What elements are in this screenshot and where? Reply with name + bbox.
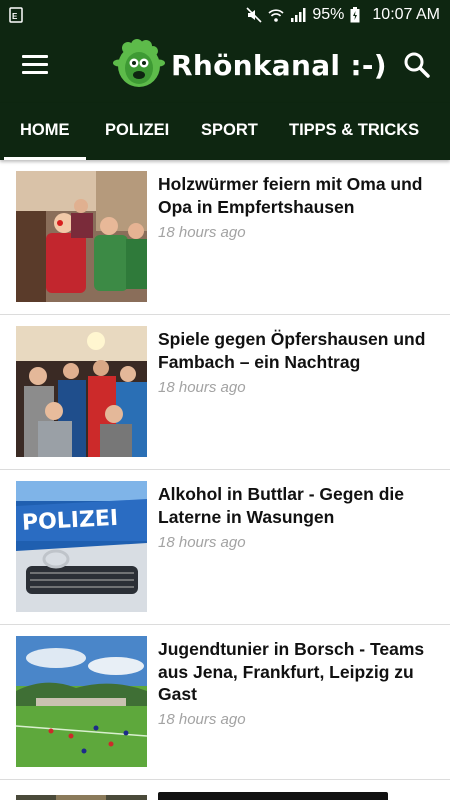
article-item[interactable]: Jugendtunier in Borsch - Teams aus Jena,… bbox=[0, 625, 450, 780]
article-thumbnail bbox=[16, 791, 147, 800]
article-time: 18 hours ago bbox=[158, 224, 246, 241]
article-item[interactable]: Spiele gegen Öpfershausen und Fambach – … bbox=[0, 315, 450, 470]
battery-icon bbox=[350, 7, 366, 23]
tab-sport[interactable]: SPORT bbox=[201, 103, 258, 160]
app-title: Rhönkanal :-) bbox=[171, 48, 387, 82]
battery-percentage: 95% bbox=[312, 6, 345, 23]
app-logo: Rhönkanal :-) bbox=[113, 39, 387, 91]
menu-icon bbox=[22, 55, 48, 58]
article-time: 18 hours ago bbox=[158, 711, 246, 728]
article-item[interactable]: Holzwürmer feiern mit Oma und Opa in Emp… bbox=[0, 160, 450, 315]
search-icon bbox=[404, 52, 430, 78]
tab-polizei[interactable]: POLIZEI bbox=[105, 103, 169, 160]
article-feed: Holzwürmer feiern mit Oma und Opa in Emp… bbox=[0, 160, 450, 800]
clock: 10:07 AM bbox=[372, 6, 440, 23]
article-item[interactable]: POLIZEI Alkohol in Buttlar - Gegen die L… bbox=[0, 470, 450, 625]
article-time: 18 hours ago bbox=[158, 379, 246, 396]
article-title: Holzwürmer feiern mit Oma und Opa in Emp… bbox=[158, 174, 423, 217]
article-time: 18 hours ago bbox=[158, 534, 246, 551]
tab-next-partial[interactable] bbox=[446, 103, 450, 160]
sheep-logo-icon bbox=[113, 39, 165, 87]
article-item-partial[interactable] bbox=[0, 780, 450, 800]
article-thumbnail bbox=[16, 171, 147, 302]
hamburger-menu-button[interactable] bbox=[18, 50, 52, 80]
wifi-icon bbox=[268, 7, 284, 23]
tab-home[interactable]: HOME bbox=[4, 103, 85, 160]
svg-text:E: E bbox=[12, 12, 18, 21]
app-bar: Rhönkanal :-) bbox=[0, 30, 450, 103]
tab-tipps-tricks[interactable]: TIPPS & TRICKS bbox=[289, 103, 419, 160]
article-thumbnail bbox=[16, 636, 147, 767]
category-tabs: HOME POLIZEI SPORT TIPPS & TRICKS bbox=[0, 103, 450, 160]
status-bar: E 95% 10:07 AM bbox=[0, 0, 450, 30]
article-thumbnail bbox=[16, 326, 147, 457]
article-thumbnail: POLIZEI bbox=[16, 481, 147, 612]
article-title-partial bbox=[158, 792, 388, 800]
signal-icon bbox=[290, 7, 306, 23]
article-title: Alkohol in Buttlar - Gegen die Laterne i… bbox=[158, 484, 404, 527]
search-button[interactable] bbox=[402, 50, 432, 80]
article-title: Jugendtunier in Borsch - Teams aus Jena,… bbox=[158, 639, 425, 704]
mute-icon bbox=[246, 7, 262, 23]
article-title: Spiele gegen Öpfershausen und Fambach – … bbox=[158, 329, 426, 372]
notification-icon: E bbox=[8, 7, 24, 23]
svg-text:POLIZEI: POLIZEI bbox=[21, 506, 118, 536]
